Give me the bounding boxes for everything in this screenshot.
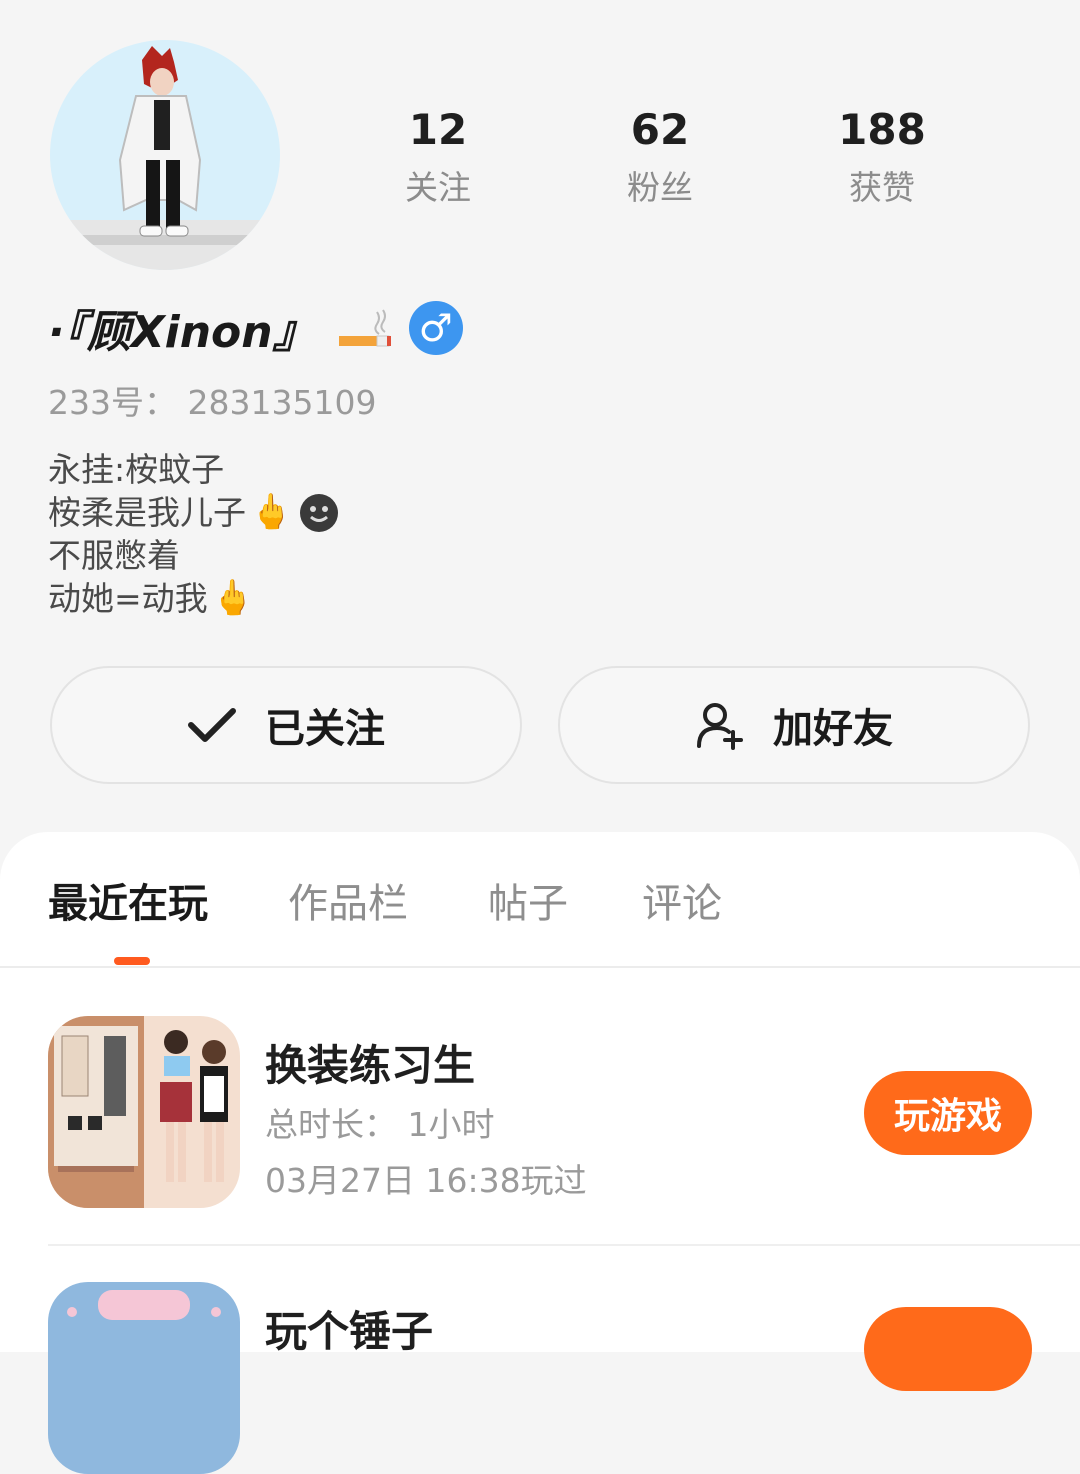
stat-value: 62 [630, 105, 690, 154]
bio-text: 不服憋着 [48, 536, 180, 575]
stat-label: 粉丝 [627, 168, 693, 207]
add-friend-label: 加好友 [773, 706, 893, 752]
middle-finger-icon: 🖕 [250, 492, 293, 532]
add-user-icon [697, 703, 743, 750]
stat-label: 获赞 [849, 168, 915, 207]
game-last-played: 03月27日 16:38玩过 [265, 1161, 587, 1200]
game-duration: 总时长： 1小时 [265, 1105, 495, 1144]
bio-text: 桉柔是我儿子 [48, 493, 246, 532]
bio-text: 永挂:桉蚊子 [48, 450, 225, 489]
stat-following[interactable]: 12 关注 [328, 100, 548, 216]
smiley-icon [300, 493, 339, 532]
game-icon[interactable] [48, 1282, 240, 1474]
bio-line: 动她=动我 🖕 [48, 577, 338, 620]
following-label: 已关注 [265, 706, 385, 752]
play-game-button[interactable]: 玩游戏 [864, 1071, 1032, 1155]
tab-divider [0, 966, 1080, 968]
stat-likes[interactable]: 188 获赞 [772, 100, 992, 216]
bio-text: 动她=动我 [48, 579, 208, 618]
male-icon: ♂ [408, 301, 463, 355]
game-title[interactable]: 换装练习生 [265, 1032, 475, 1093]
middle-finger-icon: 🖕 [211, 578, 254, 618]
bio-line: 不服憋着 [48, 534, 338, 577]
cigarette-icon [338, 309, 391, 347]
add-friend-button[interactable]: 加好友 [558, 666, 1030, 784]
stat-value: 12 [408, 105, 468, 154]
stat-followers[interactable]: 62 粉丝 [550, 100, 770, 216]
gender-symbol: ♂ [418, 306, 453, 350]
check-icon [188, 708, 236, 742]
game-title[interactable]: 玩个锤子 [265, 1298, 433, 1359]
username: ·『顾Xinon』 [48, 307, 317, 358]
stat-label: 关注 [405, 168, 471, 207]
bio-line: 桉柔是我儿子 🖕 [48, 491, 339, 534]
play-game-button[interactable] [864, 1307, 1032, 1391]
user-id: 233号： 283135109 [48, 383, 377, 422]
avatar[interactable] [50, 40, 280, 270]
bio: 永挂:桉蚊子 桉柔是我儿子 🖕 不服憋着 动她=动我 🖕 [48, 448, 339, 620]
avatar-character-image [50, 46, 280, 270]
tab-indicator [114, 957, 150, 965]
tab-works[interactable]: 作品栏 [288, 876, 408, 932]
stat-value: 188 [838, 105, 926, 154]
tab-recently-played[interactable]: 最近在玩 [48, 876, 208, 932]
row-divider [48, 1244, 1080, 1246]
content-card: 最近在玩 作品栏 帖子 评论 换装练习生 总时长： 1小时 03月27日 16:… [0, 832, 1080, 1474]
name-row: ·『顾Xinon』 ♂ [48, 295, 463, 361]
tab-comments[interactable]: 评论 [642, 876, 722, 932]
game-icon[interactable] [48, 1016, 240, 1208]
tab-posts[interactable]: 帖子 [488, 876, 568, 932]
bio-line: 永挂:桉蚊子 [48, 448, 338, 491]
following-button[interactable]: 已关注 [50, 666, 522, 784]
